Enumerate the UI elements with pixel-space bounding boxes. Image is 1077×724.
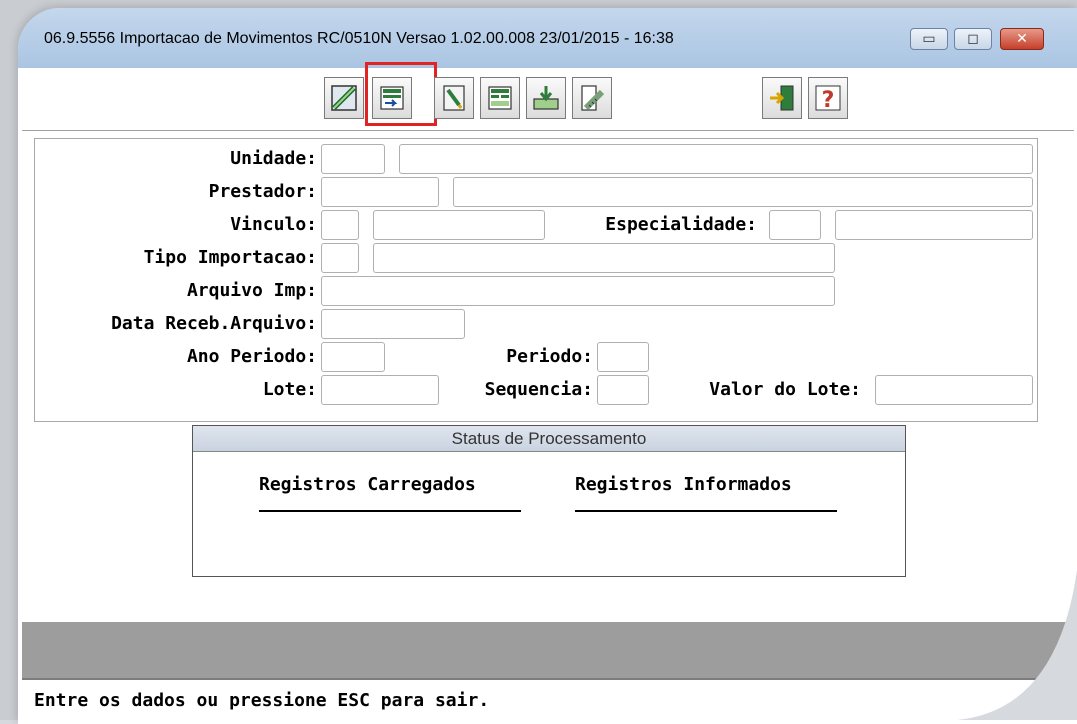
ruler-button[interactable] bbox=[572, 77, 612, 119]
valor-lote-field[interactable] bbox=[875, 375, 1033, 405]
valor-lote-label: Valor do Lote: bbox=[709, 379, 861, 400]
registros-informados-heading: Registros Informados bbox=[575, 474, 792, 495]
sequencia-label: Sequencia: bbox=[484, 379, 593, 400]
download-icon bbox=[533, 86, 559, 110]
especialidade-label: Especialidade: bbox=[605, 214, 757, 235]
especialidade-code-field[interactable] bbox=[769, 210, 821, 240]
registros-informados-rule bbox=[575, 510, 837, 512]
screenshot-frame: 06.9.5556 Importacao de Movimentos RC/05… bbox=[0, 0, 1077, 724]
periodo-label: Periodo: bbox=[506, 346, 593, 367]
especialidade-name-field[interactable] bbox=[835, 210, 1033, 240]
footer-message: Entre os dados ou pressione ESC para sai… bbox=[34, 690, 490, 711]
list-button[interactable] bbox=[480, 77, 520, 119]
highlight-box bbox=[365, 62, 437, 126]
unidade-name-field[interactable] bbox=[399, 144, 1033, 174]
minimize-button[interactable]: ▭ bbox=[910, 28, 948, 50]
lote-field[interactable] bbox=[321, 375, 439, 405]
data-receb-label: Data Receb.Arquivo: bbox=[111, 313, 317, 334]
sequencia-field[interactable] bbox=[597, 375, 649, 405]
prestador-label: Prestador: bbox=[208, 181, 317, 202]
help-icon: ? bbox=[815, 85, 841, 113]
download-button[interactable] bbox=[526, 77, 566, 119]
edit-button[interactable] bbox=[324, 77, 364, 119]
prestador-code-field[interactable] bbox=[321, 177, 439, 207]
registros-carregados-heading: Registros Carregados bbox=[259, 474, 476, 495]
help-button[interactable]: ? bbox=[808, 77, 848, 119]
status-panel: Status de Processamento Registros Carreg… bbox=[192, 425, 906, 577]
exit-button[interactable] bbox=[762, 77, 802, 119]
toolbar: ? bbox=[22, 62, 1074, 131]
window-title: 06.9.5556 Importacao de Movimentos RC/05… bbox=[44, 30, 674, 47]
client-area: ? Unidade: Prestador: Vinculo: Especiali… bbox=[22, 62, 1074, 722]
exit-icon bbox=[770, 85, 794, 111]
unidade-label: Unidade: bbox=[230, 148, 317, 169]
arquivo-imp-field[interactable] bbox=[321, 276, 835, 306]
note-icon bbox=[443, 85, 465, 111]
note-button[interactable] bbox=[434, 77, 474, 119]
close-icon: ✕ bbox=[1016, 31, 1028, 47]
vinculo-code-field[interactable] bbox=[321, 210, 359, 240]
ano-periodo-field[interactable] bbox=[321, 342, 385, 372]
tipo-importacao-code-field[interactable] bbox=[321, 243, 359, 273]
form-panel: Unidade: Prestador: Vinculo: Especialida… bbox=[34, 138, 1038, 422]
svg-text:?: ? bbox=[822, 88, 835, 113]
registros-carregados-rule bbox=[259, 510, 521, 512]
prestador-name-field[interactable] bbox=[453, 177, 1033, 207]
window-frame: 06.9.5556 Importacao de Movimentos RC/05… bbox=[18, 8, 1077, 724]
photo-corner bbox=[957, 570, 1077, 720]
periodo-field[interactable] bbox=[597, 342, 649, 372]
title-bar: 06.9.5556 Importacao de Movimentos RC/05… bbox=[18, 8, 1077, 68]
close-button[interactable]: ✕ bbox=[1000, 28, 1044, 50]
ano-periodo-label: Ano Periodo: bbox=[186, 346, 317, 367]
data-receb-field[interactable] bbox=[321, 309, 465, 339]
application-window: 06.9.5556 Importacao de Movimentos RC/05… bbox=[18, 8, 1077, 722]
maximize-icon: ◻ bbox=[967, 31, 979, 47]
gray-band bbox=[22, 622, 1074, 678]
edit-icon bbox=[331, 85, 357, 111]
maximize-button[interactable]: ◻ bbox=[954, 28, 992, 50]
vinculo-label: Vinculo: bbox=[230, 214, 317, 235]
ruler-icon bbox=[581, 85, 605, 111]
lote-label: Lote: bbox=[262, 379, 317, 400]
message-bar: Entre os dados ou pressione ESC para sai… bbox=[22, 678, 1074, 722]
minimize-icon: ▭ bbox=[922, 31, 936, 47]
arquivo-imp-label: Arquivo Imp: bbox=[186, 280, 317, 301]
tipo-importacao-name-field[interactable] bbox=[373, 243, 835, 273]
vinculo-name-field[interactable] bbox=[373, 210, 545, 240]
status-title: Status de Processamento bbox=[193, 426, 905, 452]
list-icon bbox=[488, 86, 512, 110]
unidade-code-field[interactable] bbox=[321, 144, 385, 174]
tipo-importacao-label: Tipo Importacao: bbox=[143, 247, 317, 268]
